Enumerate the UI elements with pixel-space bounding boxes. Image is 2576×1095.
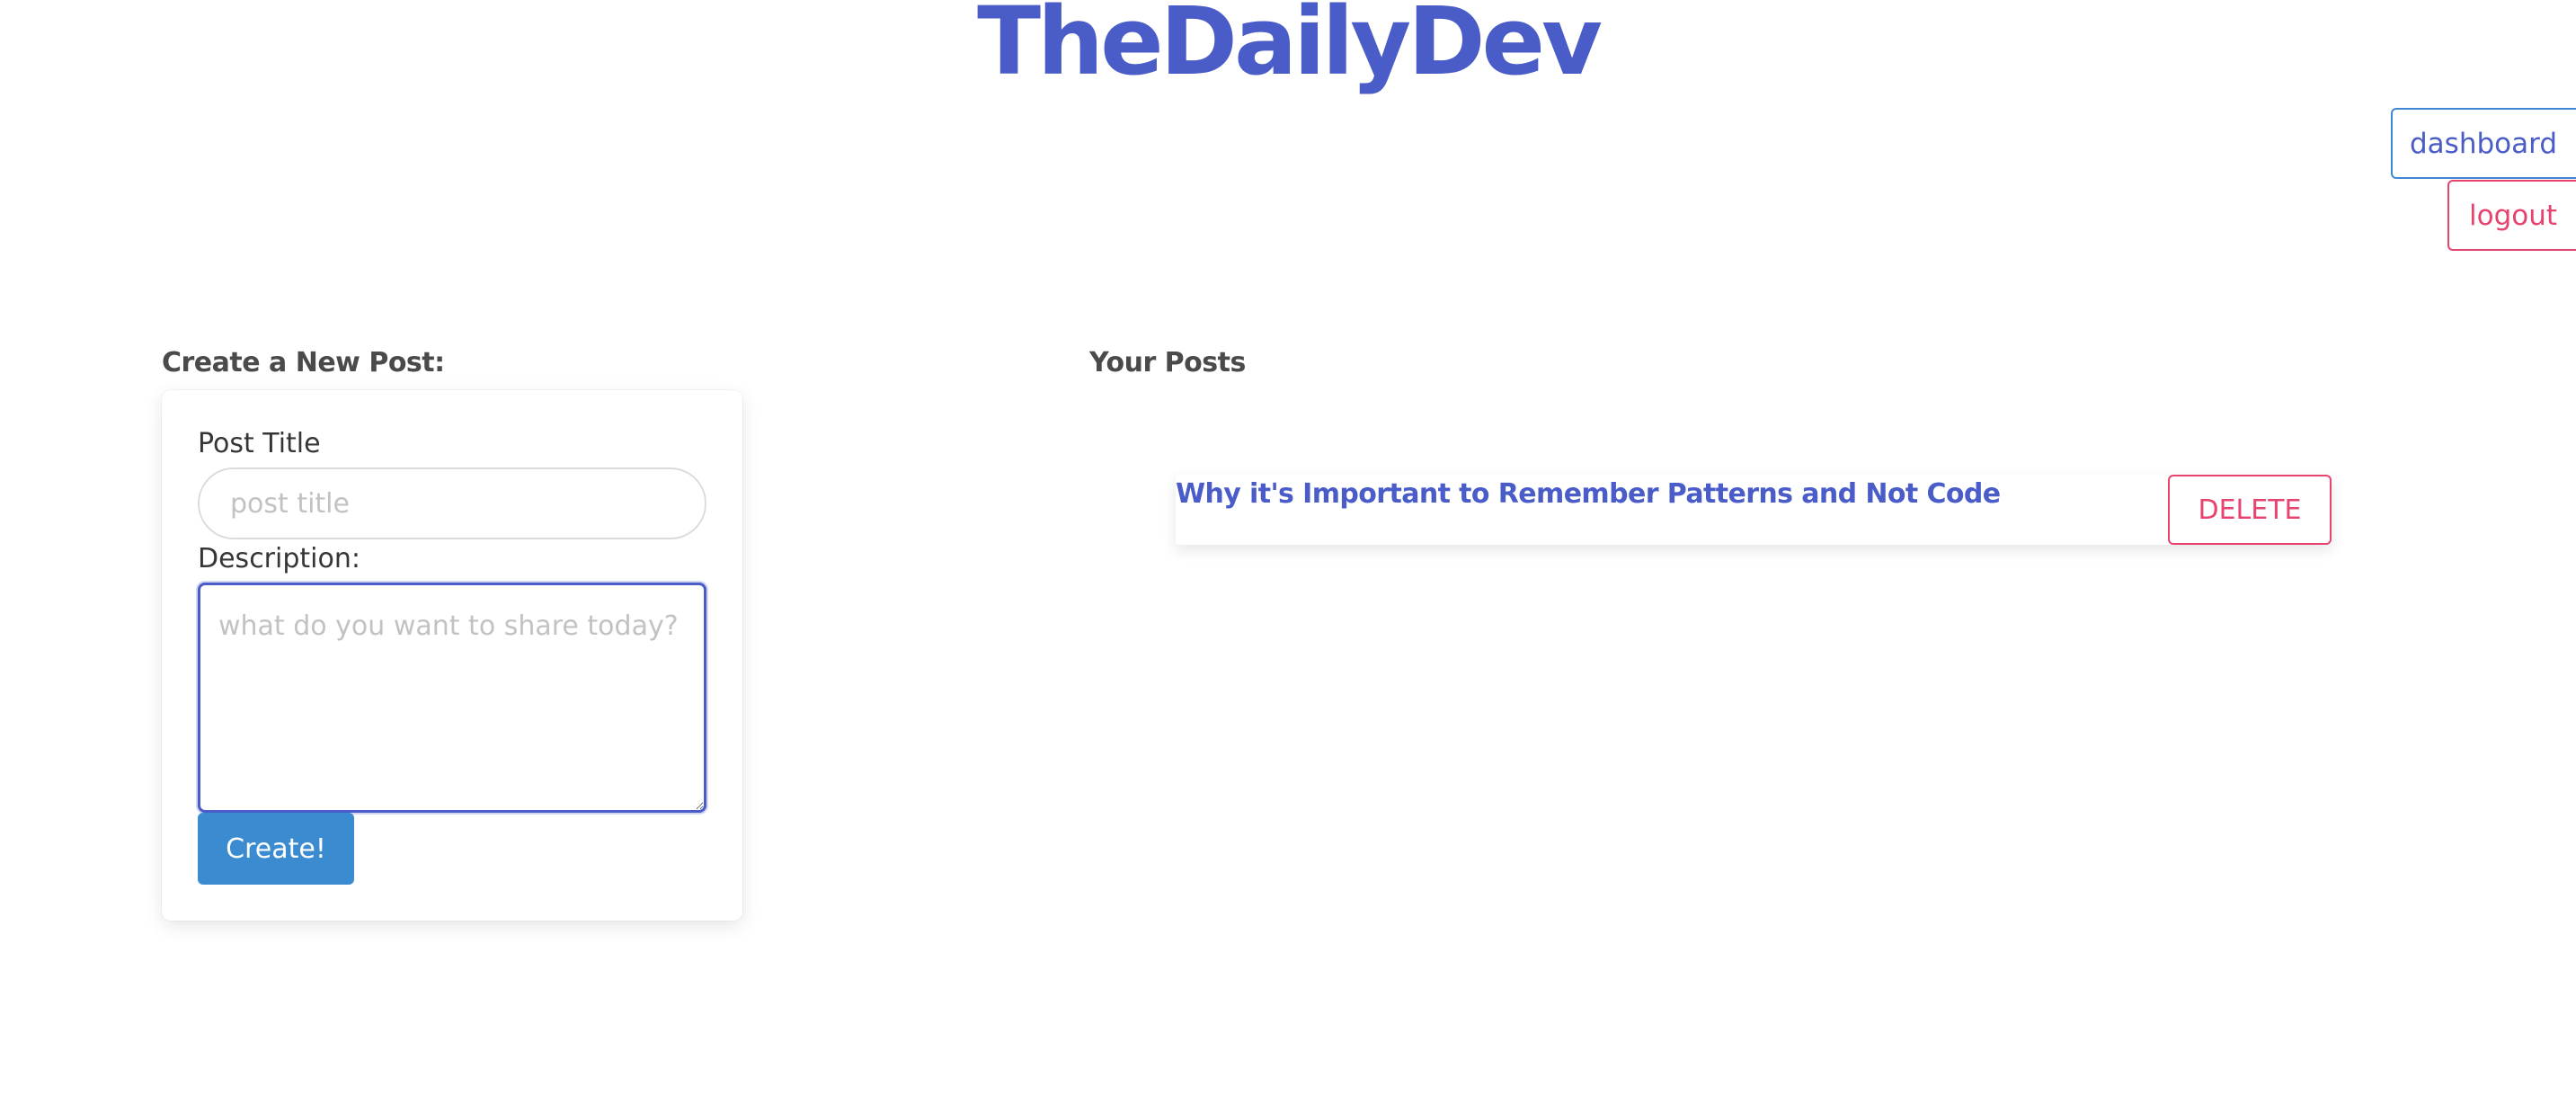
post-title-label: Post Title: [198, 428, 321, 459]
logout-button[interactable]: logout: [2447, 180, 2576, 251]
create-post-heading: Create a New Post:: [162, 347, 445, 378]
site-title: TheDailyDev: [977, 0, 1603, 96]
your-posts-heading: Your Posts: [1089, 347, 1246, 378]
post-list-item: Why it's Important to Remember Patterns …: [1176, 475, 2332, 545]
description-textarea[interactable]: [198, 583, 706, 813]
dashboard-button[interactable]: dashboard: [2391, 108, 2576, 179]
page: TheDailyDev dashboard logout Create a Ne…: [0, 0, 2576, 1095]
description-label: Description:: [198, 543, 360, 574]
create-button[interactable]: Create!: [198, 813, 354, 885]
post-title-input[interactable]: [198, 467, 706, 539]
delete-post-button[interactable]: DELETE: [2168, 475, 2332, 545]
post-title-link[interactable]: Why it's Important to Remember Patterns …: [1176, 478, 2001, 510]
create-post-form: Post Title Description: Create!: [162, 390, 742, 921]
